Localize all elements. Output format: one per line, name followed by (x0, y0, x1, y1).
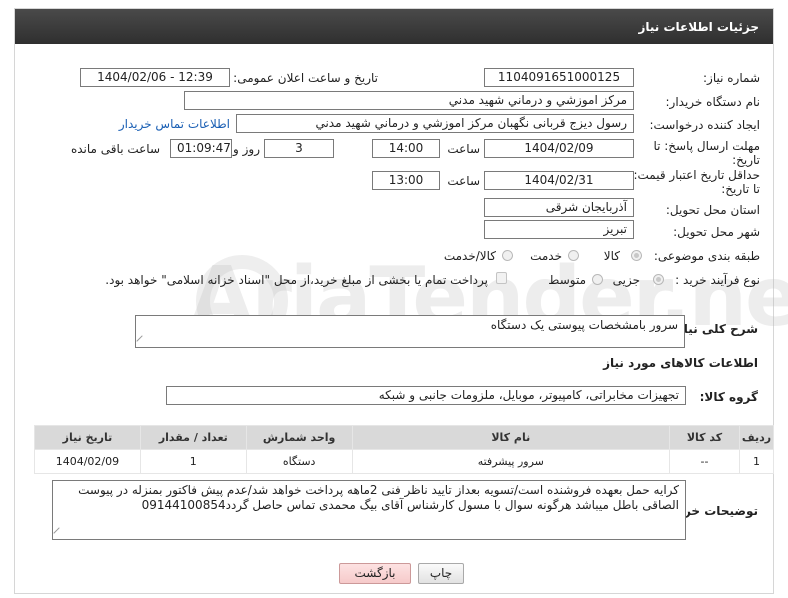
days-field[interactable]: 3 (264, 139, 334, 158)
treasury-checkbox[interactable] (496, 272, 507, 284)
city-label: شهر محل تحویل: (673, 225, 760, 239)
panel-header: جزئیات اطلاعات نیاز (15, 9, 773, 44)
cell-code: -- (669, 449, 740, 474)
requester-label: ایجاد کننده درخواست: (649, 118, 760, 132)
col-quantity: تعداد / مقدار (139, 425, 247, 450)
cell-quantity: 1 (139, 449, 247, 474)
process-radio-minor[interactable] (653, 274, 664, 285)
category-service-label: خدمت (530, 249, 562, 263)
process-medium-label: متوسط (548, 273, 586, 287)
cell-row: 1 (738, 449, 775, 474)
province-field[interactable]: آذربایجان شرقی (484, 198, 634, 217)
remaining-label: ساعت باقی مانده (70, 142, 160, 156)
print-button[interactable]: چاپ (418, 563, 464, 584)
need-number-field[interactable]: 1104091651000125 (484, 68, 634, 87)
process-label: نوع فرآیند خرید : (675, 273, 760, 287)
need-number-label: شماره نیاز: (703, 71, 760, 85)
process-radio-medium[interactable] (592, 274, 603, 285)
announce-field[interactable]: 1404/02/06 - 12:39 (80, 68, 230, 87)
treasury-note: پرداخت تمام یا بخشی از مبلغ خرید،از محل … (105, 273, 488, 287)
price-validity-label: حداقل تاریخ اعتبار قیمت: (633, 168, 760, 182)
days-label: روز و (233, 142, 260, 156)
deadline-label: مهلت ارسال پاسخ: تا (653, 139, 760, 153)
category-radio-goods[interactable] (631, 250, 642, 261)
price-validity-time-label: ساعت (447, 174, 480, 188)
deadline-time-label: ساعت (447, 142, 480, 156)
cell-unit: دستگاه (245, 449, 353, 474)
process-minor-label: جزیی (612, 273, 640, 287)
category-label: طبقه بندی موضوعی: (653, 249, 760, 263)
price-validity-label-date: تا تاریخ: (721, 182, 760, 196)
col-date: تاریخ نیاز (34, 425, 141, 450)
description-field[interactable]: سرور بامشخصات پیوستی یک دستگاه (135, 315, 685, 348)
col-code: کد کالا (669, 425, 740, 450)
category-goods-label: کالا (603, 249, 620, 263)
buyer-contact-link[interactable]: اطلاعات تماس خریدار (119, 117, 230, 131)
panel-title: جزئیات اطلاعات نیاز (638, 20, 759, 34)
goods-section-title: اطلاعات کالاهای مورد نیاز (603, 356, 758, 370)
deadline-time-field[interactable]: 14:00 (372, 139, 440, 158)
resize-handle-icon[interactable] (136, 335, 148, 347)
price-validity-date-field[interactable]: 1404/02/31 (484, 171, 634, 190)
table-row[interactable]: 1 -- سرور پیشرفته دستگاه 1 1404/02/09 (34, 449, 775, 474)
buyer-notes-field[interactable]: کرایه حمل بعهده فروشنده است/تسویه بعداز … (52, 480, 686, 540)
back-button[interactable]: بازگشت (339, 563, 411, 584)
remaining-time-field[interactable]: 01:09:47 (170, 139, 232, 158)
category-radio-goods-service[interactable] (502, 250, 513, 261)
col-unit: واحد شمارش (245, 425, 353, 450)
buyer-notes-text: کرایه حمل بعهده فروشنده است/تسویه بعداز … (78, 483, 679, 512)
announce-label: تاریخ و ساعت اعلان عمومی: (233, 71, 378, 85)
requester-field[interactable]: رسول دیزج قربانی نگهبان مرکز اموزشي و در… (236, 114, 634, 133)
city-field[interactable]: تبریز (484, 220, 634, 239)
deadline-date-field[interactable]: 1404/02/09 (484, 139, 634, 158)
description-text: سرور بامشخصات پیوستی یک دستگاه (490, 318, 678, 332)
buyer-org-field[interactable]: مرکز اموزشي و درماني شهيد مدني (184, 91, 634, 110)
cell-date: 1404/02/09 (34, 449, 141, 474)
deadline-label-date: تاریخ: (732, 153, 760, 167)
province-label: استان محل تحویل: (665, 203, 760, 217)
buyer-org-label: نام دستگاه خریدار: (665, 95, 761, 109)
table-header-row: ردیف کد کالا نام کالا واحد شمارش تعداد /… (34, 425, 775, 450)
price-validity-time-field[interactable]: 13:00 (372, 171, 440, 190)
resize-handle-icon[interactable] (53, 527, 65, 539)
category-goods-service-label: کالا/خدمت (443, 249, 496, 263)
category-radio-service[interactable] (568, 250, 579, 261)
cell-name: سرور پیشرفته (351, 449, 671, 474)
items-table: ردیف کد کالا نام کالا واحد شمارش تعداد /… (34, 425, 775, 474)
goods-group-label: گروه کالا: (699, 390, 758, 404)
goods-group-field[interactable]: تجهیزات مخابراتی، کامپیوتر، موبایل، ملزو… (166, 386, 686, 405)
col-name: نام کالا (351, 425, 671, 450)
col-row: ردیف (738, 425, 775, 450)
